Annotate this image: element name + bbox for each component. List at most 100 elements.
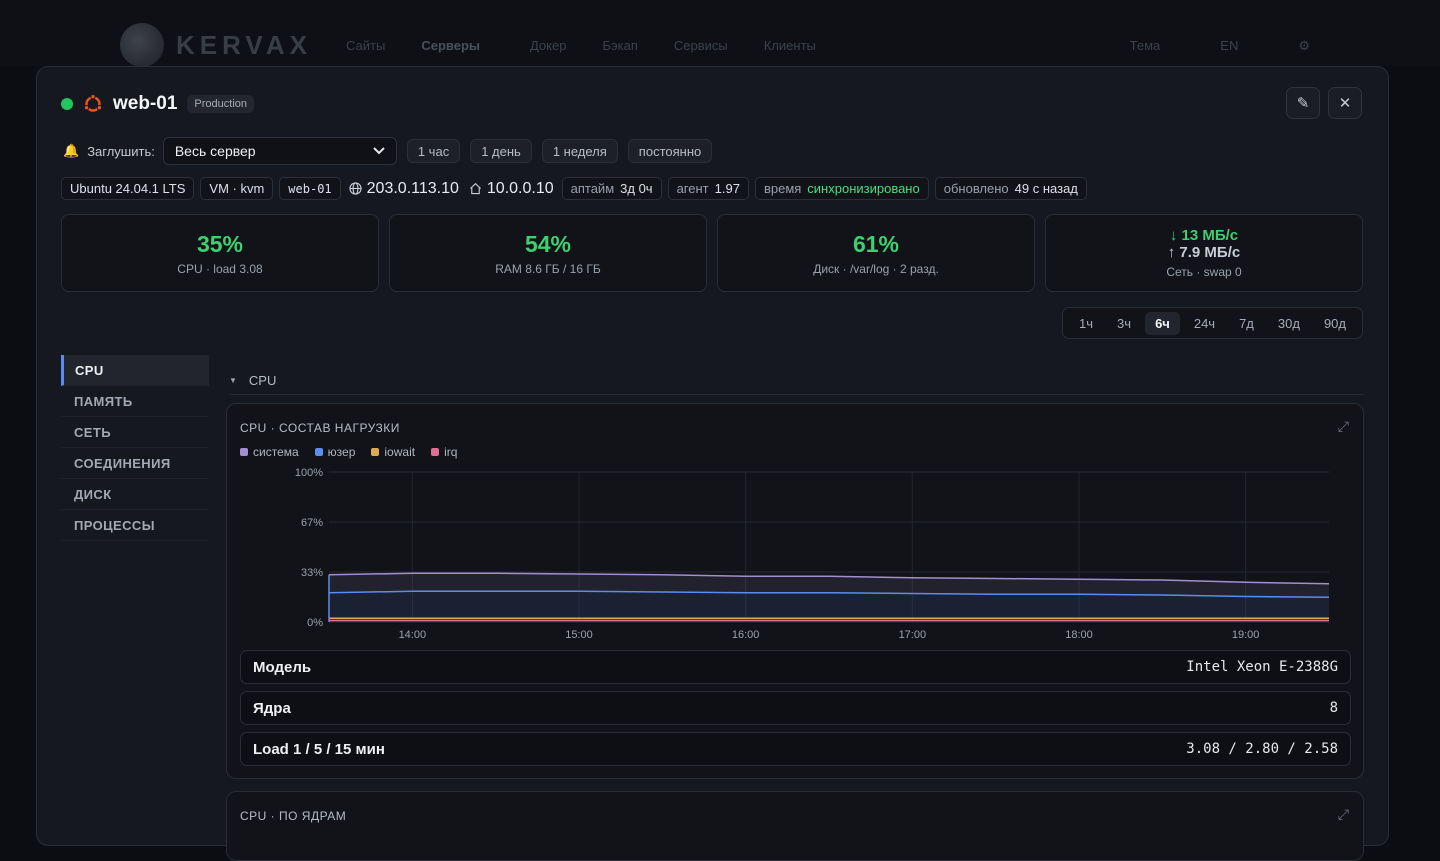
x-tick-label: 15:00 (565, 629, 593, 641)
ubuntu-icon (83, 94, 103, 112)
theme-toggle[interactable]: Тема (1130, 38, 1161, 54)
online-status-dot (61, 98, 73, 110)
edit-button[interactable]: ✎ (1286, 87, 1320, 119)
cpu-stat-card[interactable]: 35% CPU · load 3.08 (61, 214, 379, 292)
range-6h[interactable]: 6ч (1145, 311, 1180, 335)
hostname-tag: web-01 (279, 177, 341, 200)
legend-label: система (253, 445, 299, 459)
x-tick-label: 16:00 (732, 629, 760, 641)
private-ip-value: 10.0.0.10 (486, 179, 554, 197)
nav-item-backup[interactable]: Бэкап (602, 38, 637, 53)
agent-tag: агент 1.97 (667, 177, 749, 200)
disk-stat-card[interactable]: 61% Диск · /var/log · 2 разд. (717, 214, 1035, 292)
brand[interactable]: KERVAX (120, 22, 312, 68)
legend-item-user[interactable]: юзер (314, 445, 355, 459)
agent-label: агент (676, 181, 709, 196)
mute-label: Заглушить: (87, 143, 155, 159)
close-button[interactable]: ✕ (1328, 87, 1362, 119)
expand-icon[interactable]: ⤢ (1338, 418, 1349, 435)
cores-label: Ядра (253, 699, 291, 717)
cores-value: 8 (1329, 700, 1338, 716)
mute-row: 🔔 Заглушить: Весь сервер 1 час 1 день 1 … (63, 137, 713, 165)
os-tag: Ubuntu 24.04.1 LTS (61, 177, 195, 200)
close-icon: ✕ (1338, 95, 1352, 112)
legend-item-system[interactable]: система (240, 445, 299, 459)
range-24h[interactable]: 24ч (1184, 312, 1225, 335)
y-tick-label: 100% (295, 467, 323, 479)
cpu-subtext: CPU · load 3.08 (177, 261, 263, 276)
legend-swatch (371, 448, 380, 456)
cpu-section-header[interactable]: ▼ CPU (229, 367, 1364, 395)
nav-item-docker[interactable]: Докер (530, 38, 566, 53)
x-tick-label: 14:00 (399, 629, 427, 641)
disk-subtext: Диск · /var/log · 2 разд. (813, 261, 939, 276)
bell-icon: 🔔 (63, 143, 80, 158)
sidebar-item-disk[interactable]: ДИСК (61, 479, 209, 510)
settings-icon[interactable]: ⚙ (1298, 38, 1310, 54)
legend-swatch (431, 448, 440, 456)
mute-1d-button[interactable]: 1 день (470, 139, 532, 163)
sidebar-item-cpu[interactable]: CPU (61, 355, 209, 386)
sidebar-item-memory[interactable]: ПАМЯТЬ (61, 386, 209, 417)
range-30d[interactable]: 30д (1268, 312, 1310, 335)
server-modal: web-01 Production ✎ ✕ 🔔 Заглушить: Весь … (36, 66, 1389, 861)
ram-stat-card[interactable]: 54% RAM 8.6 ГБ / 16 ГБ (389, 214, 707, 292)
disk-percent: 61% (852, 230, 900, 257)
sidebar-item-connections[interactable]: СОЕДИНЕНИЯ (61, 448, 209, 479)
network-subtext: Сеть · swap 0 (1166, 265, 1242, 279)
environment-badge: Production (187, 95, 255, 113)
brand-logo-icon (120, 23, 164, 67)
language-toggle[interactable]: EN (1220, 38, 1238, 54)
range-7d[interactable]: 7д (1229, 312, 1264, 335)
uptime-value: 3д 0ч (620, 181, 653, 196)
model-row: Модель Intel Xeon E-2388G (240, 650, 1351, 684)
load-value: 3.08 / 2.80 / 2.58 (1186, 741, 1338, 757)
legend-item-irq[interactable]: irq (431, 445, 457, 459)
sidebar-item-processes[interactable]: ПРОЦЕССЫ (61, 510, 209, 541)
legend-label: irq (444, 445, 458, 459)
time-range-selector: 1ч 3ч 6ч 24ч 7д 30д 90д (1062, 307, 1363, 339)
metrics-sidebar: CPU ПАМЯТЬ СЕТЬ СОЕДИНЕНИЯ ДИСК ПРОЦЕССЫ (61, 355, 209, 541)
time-sync-tag: время синхронизировано (754, 177, 929, 200)
x-tick-label: 19:00 (1232, 629, 1260, 641)
range-90d[interactable]: 90д (1314, 312, 1356, 335)
private-ip[interactable]: 10.0.0.10 (469, 180, 554, 198)
time-value: синхронизировано (807, 181, 920, 196)
nav-right: Тема EN ⚙ (1130, 38, 1310, 54)
nav-item-services[interactable]: Сервисы (674, 38, 728, 53)
mute-scope-select[interactable]: Весь сервер (162, 137, 397, 165)
mute-1h-button[interactable]: 1 час (406, 139, 461, 163)
cores-row: Ядра 8 (240, 691, 1351, 725)
agent-value: 1.97 (714, 181, 740, 196)
time-label: время (763, 181, 802, 196)
pencil-icon: ✎ (1296, 95, 1310, 112)
uptime-label: аптайм (570, 181, 615, 196)
server-header: web-01 Production (61, 93, 255, 115)
range-1h[interactable]: 1ч (1069, 312, 1103, 335)
public-ip[interactable]: 203.0.113.10 (349, 180, 459, 198)
chart-legend: система юзер iowait irq (240, 445, 457, 459)
nav-item-servers[interactable]: Серверы (421, 38, 480, 53)
legend-item-iowait[interactable]: iowait (371, 445, 415, 459)
brand-name: KERVAX (176, 29, 312, 60)
legend-swatch (240, 448, 248, 456)
nav-item-clients[interactable]: Клиенты (764, 38, 816, 53)
nav-item-sites[interactable]: Сайты (346, 38, 385, 53)
cpu-load-chart[interactable]: 0% 33% 67% 100% 14:00 15:00 16:00 17:00 18:00 19:… (289, 464, 1349, 646)
public-ip-value: 203.0.113.10 (366, 179, 459, 197)
mute-forever-button[interactable]: постоянно (627, 139, 713, 163)
range-3h[interactable]: 3ч (1107, 312, 1141, 335)
updated-tag: обновлено 49 с назад (934, 177, 1087, 200)
network-stat-card[interactable]: ↓ 13 МБ/с ↑ 7.9 МБ/с Сеть · swap 0 (1045, 214, 1363, 292)
legend-label: iowait (384, 445, 416, 459)
virtualization-tag: VM · kvm (200, 177, 274, 200)
sidebar-item-network[interactable]: СЕТЬ (61, 417, 209, 448)
stat-cards: 35% CPU · load 3.08 54% RAM 8.6 ГБ / 16 … (61, 214, 1363, 292)
expand-icon[interactable]: ⤢ (1338, 806, 1349, 823)
card-title: CPU · ПО ЯДРАМ (240, 809, 347, 823)
load-row: Load 1 / 5 / 15 мин 3.08 / 2.80 / 2.58 (240, 732, 1351, 766)
x-tick-label: 18:00 (1065, 629, 1093, 641)
x-tick-label: 17:00 (899, 629, 927, 641)
mute-1w-button[interactable]: 1 неделя (541, 139, 618, 163)
card-title: CPU · СОСТАВ НАГРУЗКИ (240, 421, 400, 435)
